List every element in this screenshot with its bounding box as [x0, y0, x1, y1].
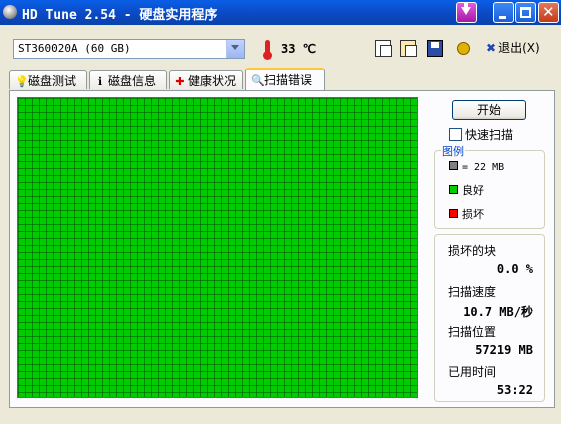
- legend-title: 图例: [441, 143, 465, 159]
- green-square-icon: [449, 185, 458, 194]
- window-title: HD Tune 2.54 - 硬盘实用程序: [22, 8, 218, 23]
- quick-scan-checkbox[interactable]: 快速扫描: [449, 126, 513, 143]
- chevron-down-icon[interactable]: [226, 40, 244, 58]
- info-icon: ℹ: [97, 75, 103, 88]
- red-square-icon: [449, 209, 458, 218]
- drive-select[interactable]: ST360020A (60 GB): [13, 39, 245, 59]
- scan-block-map: [17, 97, 418, 398]
- legend-bad: 损坏: [449, 206, 484, 222]
- save-icon[interactable]: [427, 40, 443, 57]
- elapsed-time-value: 53:22: [496, 383, 533, 397]
- copy-all-icon[interactable]: [400, 40, 417, 57]
- tab-label: 扫描错误: [264, 73, 313, 87]
- health-icon: ✚: [175, 75, 185, 88]
- tab-label: 健康状况: [188, 74, 237, 88]
- drive-select-value: ST360020A (60 GB): [18, 42, 131, 55]
- legend-good: 良好: [449, 182, 484, 198]
- quick-scan-label: 快速扫描: [465, 128, 514, 142]
- checkbox-icon[interactable]: [449, 128, 462, 141]
- bad-blocks-value: 0.0 %: [496, 262, 533, 276]
- title-bar: HD Tune 2.54 - 硬盘实用程序 ✕: [0, 0, 561, 25]
- tab-label: 磁盘测试: [28, 74, 77, 88]
- legend-block-size-label: = 22 MB: [462, 162, 505, 173]
- start-button[interactable]: 开始: [452, 100, 526, 120]
- close-button[interactable]: ✕: [538, 2, 559, 23]
- exit-label: 退出(X): [498, 41, 540, 55]
- elapsed-time-label: 已用时间: [448, 365, 497, 379]
- scan-position-label: 扫描位置: [448, 325, 497, 339]
- scan-position-value: 57219 MB: [475, 343, 533, 357]
- tab-health[interactable]: ✚ 健康状况: [169, 70, 243, 89]
- legend-block-size: = 22 MB: [449, 160, 504, 173]
- bad-blocks-label: 损坏的块: [448, 244, 497, 258]
- benchmark-icon: 💡: [15, 75, 29, 88]
- tab-error-scan[interactable]: 🔍扫描错误: [245, 68, 325, 90]
- gray-square-icon: [449, 161, 458, 170]
- thermometer-icon: [263, 40, 272, 60]
- exit-icon: ✖: [486, 41, 497, 55]
- maximize-button[interactable]: [515, 2, 536, 23]
- minimize-button[interactable]: [493, 2, 514, 23]
- temperature-readout: 33 ℃: [281, 42, 317, 56]
- tab-label: 磁盘信息: [108, 74, 157, 88]
- tab-info[interactable]: ℹ 磁盘信息: [89, 70, 167, 89]
- options-icon[interactable]: [455, 40, 471, 57]
- download-icon[interactable]: [456, 2, 477, 23]
- legend-bad-label: 损坏: [462, 208, 484, 221]
- search-icon: 🔍: [251, 74, 265, 87]
- scan-speed-value: 10.7 MB/秒: [463, 305, 533, 319]
- legend-good-label: 良好: [462, 184, 484, 197]
- scan-speed-label: 扫描速度: [448, 285, 497, 299]
- exit-button[interactable]: ✖ 退出(X): [486, 39, 540, 58]
- app-icon: [3, 5, 17, 19]
- tab-benchmark[interactable]: 💡磁盘测试: [9, 70, 87, 89]
- copy-icon[interactable]: [375, 40, 392, 57]
